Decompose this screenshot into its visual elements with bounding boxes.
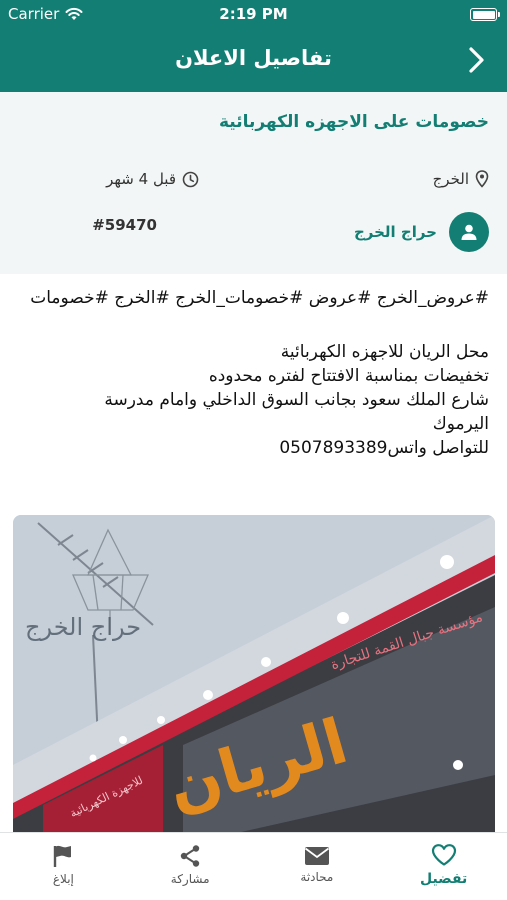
ad-id: #59470 [92, 216, 157, 234]
description-line: شارع الملك سعود بجانب السوق الداخلي واما… [104, 390, 489, 410]
posted-time-label: قبل 4 شهر [106, 170, 176, 188]
tab-favorite-label: تفضيل [419, 870, 468, 887]
status-bar: Carrier 2:19 PM [0, 0, 507, 28]
ad-title: خصومات على الاجهزه الكهربائية [218, 112, 489, 132]
storefront-image: حراج الخرج الريان مؤسسة جبال القمة للتجا… [13, 515, 495, 845]
posted-time: قبل 4 شهر [106, 170, 199, 188]
share-icon [180, 844, 200, 867]
avatar [449, 212, 489, 252]
person-icon [461, 224, 477, 240]
ad-description: #عروض_الخرج #عروض #خصومات_الخرج #الخرج #… [17, 286, 489, 460]
location-label: الخرج [432, 170, 469, 188]
back-button[interactable] [463, 44, 491, 76]
envelope-icon [304, 846, 329, 865]
tab-share-label: مشاركة [170, 871, 210, 886]
tab-favorite[interactable]: تفضيل [380, 833, 507, 900]
location: الخرج [433, 170, 489, 188]
battery-icon [470, 8, 500, 21]
location-pin-icon [475, 170, 489, 188]
chevron-right-icon [469, 47, 484, 73]
tab-report[interactable]: إبلاغ [0, 833, 127, 900]
description-line[interactable]: للتواصل واتس0507893389 [17, 436, 489, 460]
seller[interactable]: حراج الخرج [354, 212, 489, 252]
description-line: تخفيضات بمناسبة الافتتاح لفتره محدوده [208, 366, 489, 386]
description-line: اليرموك [432, 414, 489, 434]
navigation-bar: تفاصيل الاعلان [0, 28, 507, 92]
ad-photo[interactable]: حراج الخرج الريان مؤسسة جبال القمة للتجا… [13, 515, 495, 845]
page-title: تفاصيل الاعلان [175, 46, 332, 70]
hashtags: #عروض_الخرج #عروض #خصومات_الخرج #الخرج #… [30, 288, 489, 308]
tab-chat[interactable]: محادثة [254, 833, 381, 900]
clock: 2:19 PM [219, 5, 288, 23]
flag-icon [54, 845, 72, 867]
watermark-text: حراج الخرج [25, 613, 141, 641]
heart-icon [431, 843, 456, 866]
tab-share[interactable]: مشاركة [127, 833, 254, 900]
tab-bar: تفضيل محادثة مشاركة إبلاغ [0, 832, 507, 900]
clock-icon [182, 171, 199, 187]
seller-name[interactable]: حراج الخرج [354, 223, 437, 241]
description-line: محل الريان للاجهزه الكهربائية [280, 342, 489, 362]
ad-info: خصومات على الاجهزه الكهربائية الخرج قبل … [0, 92, 507, 274]
tab-chat-label: محادثة [300, 869, 334, 884]
tab-report-label: إبلاغ [52, 871, 74, 886]
